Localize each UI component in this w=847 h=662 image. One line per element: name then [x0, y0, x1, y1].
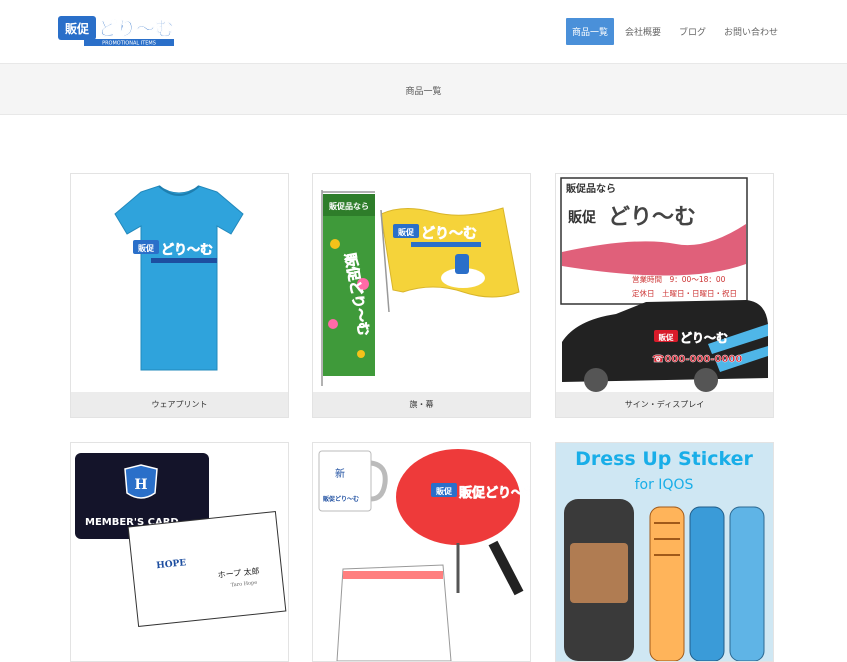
nav-contact[interactable]: お問い合わせ	[717, 19, 785, 44]
page-title-band: 商品一覧	[0, 63, 847, 115]
product-image-flags[interactable]: 販促品なら 販促どり〜む 販促 どり〜む	[313, 174, 530, 392]
sticker-line1: Dress Up Sticker	[575, 448, 753, 470]
product-card-signage[interactable]: 販促品なら 販促 どり〜む 営業時間 9：00〜18：00 定休日 土曜日・日曜…	[555, 173, 774, 418]
svg-text:どり〜む: どり〜む	[98, 18, 174, 40]
svg-text:H: H	[134, 477, 147, 493]
svg-text:どり〜む: どり〜む	[680, 331, 728, 345]
sticker-line2: for IQOS	[635, 477, 694, 493]
site-logo[interactable]: 販促 どり〜む PROMOTIONAL ITEMS	[58, 10, 178, 48]
page-title: 商品一覧	[405, 87, 442, 97]
sign-phone: ☎000-000-0000	[652, 354, 742, 365]
product-card-flags[interactable]: 販促品なら 販促どり〜む 販促 どり〜む 旗・幕	[312, 173, 531, 418]
svg-text:どり〜む: どり〜む	[421, 226, 477, 242]
product-image-signage[interactable]: 販促品なら 販促 どり〜む 営業時間 9：00〜18：00 定休日 土曜日・日曜…	[556, 174, 773, 392]
product-image-goods[interactable]: 新 販促どり〜む 販促 販促どり〜む	[313, 443, 530, 661]
product-card-sticker[interactable]: Dress Up Sticker for IQOS	[555, 442, 774, 662]
svg-text:販促: 販促	[65, 21, 90, 36]
product-caption[interactable]: ウェアプリント	[71, 392, 288, 417]
logo-subtitle: PROMOTIONAL ITEMS	[102, 41, 156, 47]
product-caption[interactable]: 旗・幕	[313, 392, 530, 417]
svg-text:販促: 販促	[436, 486, 453, 496]
goods-brand: 販促どり〜む	[459, 485, 530, 501]
product-card-cards[interactable]: H MEMBER'S CARD HOPE ホープ 太郎 Taro Hope	[70, 442, 289, 662]
product-caption[interactable]: サイン・ディスプレイ	[556, 392, 773, 417]
main-nav: 商品一覧 会社概要 ブログ お問い合わせ	[562, 18, 785, 45]
product-image-tshirt[interactable]: 販促 どり〜む	[71, 174, 288, 392]
svg-text:販促: 販促	[568, 209, 597, 226]
svg-text:販促どり〜む: 販促どり〜む	[323, 495, 359, 503]
product-card-wear[interactable]: 販促 どり〜む ウェアプリント	[70, 173, 289, 418]
svg-text:販促: 販促	[659, 332, 674, 342]
sign-hours: 営業時間 9：00〜18：00	[632, 274, 726, 284]
product-image-sticker[interactable]: Dress Up Sticker for IQOS	[556, 443, 773, 661]
svg-text:新: 新	[335, 467, 345, 480]
svg-text:販促: 販促	[138, 243, 155, 253]
nav-blog[interactable]: ブログ	[672, 19, 713, 44]
sign-line1: 販促品なら	[566, 182, 616, 195]
svg-text:どり〜む: どり〜む	[161, 243, 213, 258]
svg-text:販促: 販促	[398, 227, 415, 237]
flag-banner-text: 販促品なら	[329, 201, 369, 211]
product-card-goods[interactable]: 新 販促どり〜む 販促 販促どり〜む	[312, 442, 531, 662]
svg-text:どり〜む: どり〜む	[608, 205, 696, 230]
sign-holiday: 定休日 土曜日・日曜日・祝日	[632, 288, 737, 298]
site-header: 販促 どり〜む PROMOTIONAL ITEMS 商品一覧 会社概要 ブログ …	[0, 0, 847, 63]
nav-company[interactable]: 会社概要	[618, 19, 668, 44]
product-image-cards[interactable]: H MEMBER'S CARD HOPE ホープ 太郎 Taro Hope	[71, 443, 288, 661]
nav-products[interactable]: 商品一覧	[565, 18, 614, 45]
